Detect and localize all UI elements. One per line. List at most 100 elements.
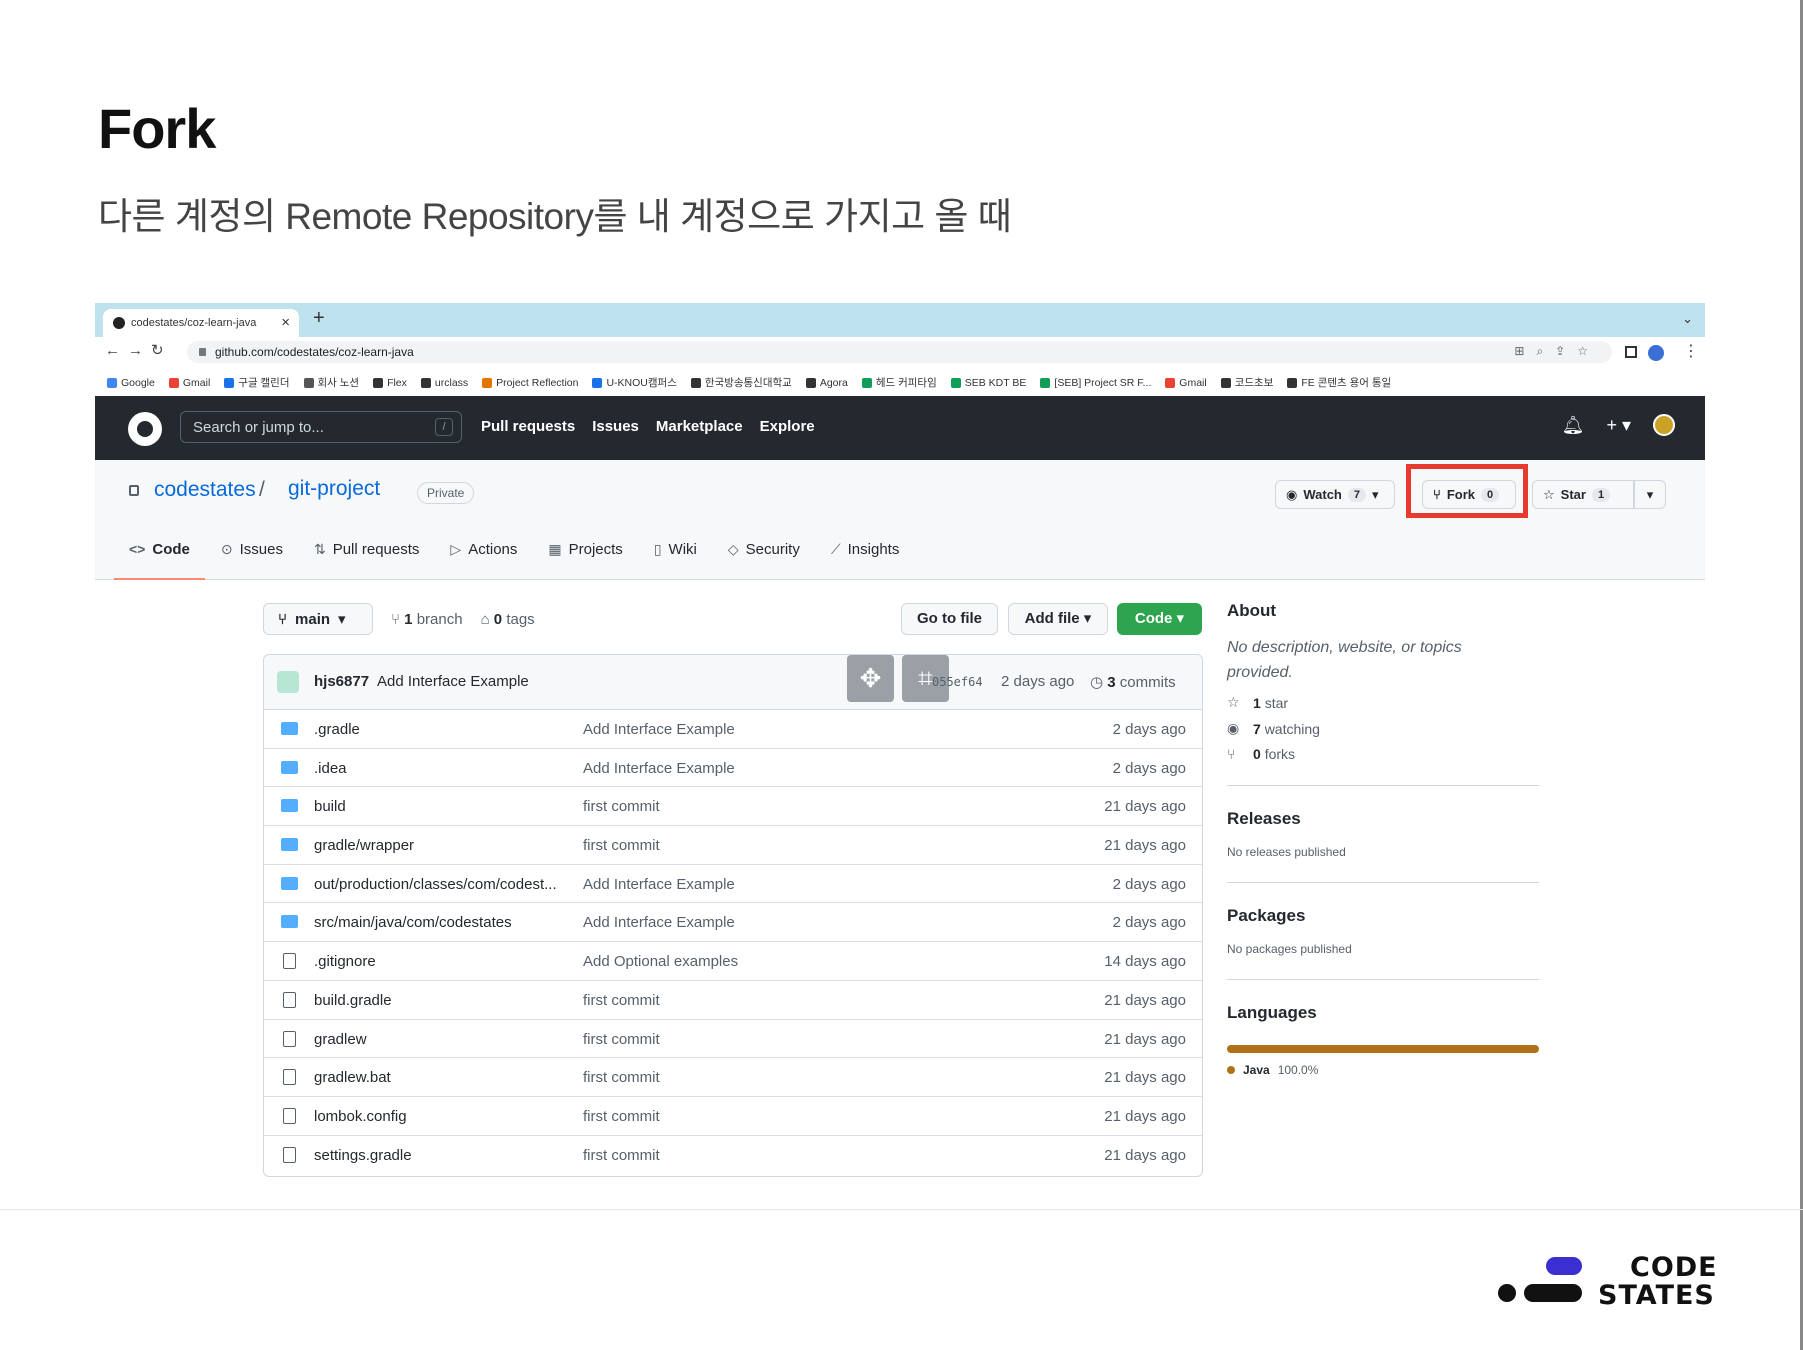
star-dropdown-button[interactable]: ▾ — [1634, 480, 1666, 509]
plus-dropdown-icon[interactable]: + ▾ — [1606, 415, 1631, 436]
close-tab-icon[interactable]: × — [281, 314, 290, 331]
search-input[interactable]: Search or jump to... / — [180, 411, 462, 443]
file-name[interactable]: build.gradle — [314, 992, 392, 1009]
bookmark-item[interactable]: 한국방송통신대학교 — [690, 372, 792, 393]
menu-kebab-icon[interactable]: ⋮ — [1683, 341, 1699, 361]
file-row[interactable]: gradle/wrapper first commit 21 days ago — [264, 826, 1202, 865]
address-bar[interactable]: github.com/codestates/coz-learn-java ⊞⌕⇪… — [187, 341, 1612, 363]
commit-message[interactable]: Add Interface Example — [377, 673, 529, 690]
branch-select-button[interactable]: ⑂ main ▾ — [263, 603, 373, 635]
tab-issues[interactable]: ⊙ Issues — [221, 532, 283, 566]
stars-stat[interactable]: ☆ 1 star — [1227, 694, 1539, 711]
file-name[interactable]: gradlew — [314, 1031, 367, 1048]
repo-name-link[interactable]: git-project — [288, 477, 380, 501]
tab-security[interactable]: ◇ Security — [728, 532, 800, 566]
side-panel-icon[interactable] — [1625, 346, 1637, 358]
file-row[interactable]: lombok.config first commit 21 days ago — [264, 1097, 1202, 1136]
add-file-button[interactable]: Add file ▾ — [1008, 603, 1108, 635]
bookmark-item[interactable]: Project Reflection — [482, 372, 578, 393]
file-row[interactable]: build first commit 21 days ago — [264, 787, 1202, 827]
file-row[interactable]: .gitignore Add Optional examples 14 days a… — [264, 942, 1202, 981]
file-commit-message[interactable]: first commit — [583, 1031, 660, 1048]
tab-wiki[interactable]: ▯ Wiki — [654, 532, 697, 566]
file-row[interactable]: .gradle Add Interface Example 2 days ago — [264, 710, 1202, 749]
file-row[interactable]: .idea Add Interface Example 2 days ago — [264, 749, 1202, 788]
nav-marketplace[interactable]: Marketplace — [656, 418, 743, 435]
forward-icon[interactable]: → — [128, 342, 151, 359]
file-row[interactable]: settings.gradle first commit 21 days ago — [264, 1136, 1202, 1175]
file-commit-message[interactable]: first commit — [583, 1069, 660, 1086]
bookmark-item[interactable]: 헤드 커피타임 — [861, 372, 937, 393]
file-name[interactable]: .gitignore — [314, 953, 376, 970]
bookmark-item[interactable]: U-KNOU캠퍼스 — [592, 372, 677, 393]
file-name[interactable]: build — [314, 798, 346, 815]
commit-sha[interactable]: 055ef64 — [932, 675, 983, 689]
file-commit-message[interactable]: Add Interface Example — [583, 914, 735, 931]
nav-explore[interactable]: Explore — [760, 418, 815, 435]
tags-link[interactable]: ⌂ 0 tags — [481, 611, 535, 628]
file-row[interactable]: src/main/java/com/codestates Add Interfac… — [264, 903, 1202, 943]
omnibox-action-icons[interactable]: ⊞⌕⇪☆ — [1514, 344, 1600, 359]
releases-heading[interactable]: Releases — [1227, 809, 1539, 829]
nav-issues[interactable]: Issues — [592, 418, 639, 435]
go-to-file-button[interactable]: Go to file — [901, 603, 998, 635]
bookmark-item[interactable]: urclass — [420, 372, 468, 393]
bookmark-item[interactable]: [SEB] Project SR F... — [1040, 372, 1151, 393]
bookmark-item[interactable]: Google — [107, 372, 155, 393]
file-name[interactable]: .idea — [314, 760, 347, 777]
profile-avatar[interactable] — [1648, 345, 1664, 361]
move-icon[interactable]: ✥ — [847, 655, 894, 702]
file-name[interactable]: src/main/java/com/codestates — [314, 914, 512, 931]
file-commit-message[interactable]: Add Optional examples — [583, 953, 738, 970]
packages-heading[interactable]: Packages — [1227, 906, 1539, 926]
user-avatar[interactable] — [1653, 414, 1675, 436]
file-commit-message[interactable]: Add Interface Example — [583, 760, 735, 777]
branches-link[interactable]: ⑂ 1 branch — [391, 611, 463, 628]
reload-icon[interactable]: ↻ — [151, 342, 172, 359]
forks-stat[interactable]: ⑂ 0 forks — [1227, 746, 1539, 762]
tab-projects[interactable]: ▦ Projects — [548, 532, 622, 566]
file-commit-message[interactable]: first commit — [583, 992, 660, 1009]
nav-pull-requests[interactable]: Pull requests — [481, 418, 575, 435]
file-row[interactable]: build.gradle first commit 21 days ago — [264, 981, 1202, 1020]
bell-icon[interactable]: 🔔︎ — [1562, 415, 1585, 436]
fork-button[interactable]: ⑂ Fork 0 — [1422, 480, 1516, 509]
bookmark-item[interactable]: 구글 캘린더 — [224, 372, 290, 393]
watching-stat[interactable]: ◉ 7 watching — [1227, 720, 1539, 737]
repo-owner-link[interactable]: codestates — [154, 478, 256, 502]
bookmark-item[interactable]: FE 콘텐츠 용어 통일 — [1287, 372, 1391, 393]
file-row[interactable]: gradlew.bat first commit 21 days ago — [264, 1058, 1202, 1097]
tab-pull-requests[interactable]: ⇅ Pull requests — [314, 532, 419, 566]
browser-tab[interactable]: codestates/coz-learn-java × — [103, 309, 299, 337]
file-name[interactable]: lombok.config — [314, 1108, 407, 1125]
bookmark-item[interactable]: Agora — [805, 372, 848, 393]
back-icon[interactable]: ← — [105, 342, 128, 359]
tab-code[interactable]: <> Code — [114, 532, 205, 580]
file-commit-message[interactable]: Add Interface Example — [583, 876, 735, 893]
file-name[interactable]: gradlew.bat — [314, 1069, 391, 1086]
bookmark-item[interactable]: Gmail — [1165, 372, 1207, 393]
file-commit-message[interactable]: first commit — [583, 1147, 660, 1164]
file-commit-message[interactable]: Add Interface Example — [583, 721, 735, 738]
code-button[interactable]: Code ▾ — [1117, 603, 1202, 635]
language-item[interactable]: Java 100.0% — [1227, 1063, 1539, 1077]
bookmark-item[interactable]: Flex — [373, 372, 407, 393]
bookmark-item[interactable]: Gmail — [168, 372, 210, 393]
commits-link[interactable]: ◷ 3 commits — [1090, 673, 1176, 691]
watch-button[interactable]: ◉ Watch 7 ▾ — [1275, 480, 1395, 509]
bookmark-item[interactable]: SEB KDT BE — [950, 372, 1026, 393]
new-tab-button[interactable]: + — [313, 307, 325, 330]
bookmark-item[interactable]: 코드초보 — [1220, 372, 1273, 393]
file-name[interactable]: settings.gradle — [314, 1147, 412, 1164]
bookmark-item[interactable]: 회사 노션 — [303, 372, 359, 393]
file-name[interactable]: .gradle — [314, 721, 360, 738]
file-row[interactable]: gradlew first commit 21 days ago — [264, 1020, 1202, 1059]
commit-author[interactable]: hjs6877 — [314, 673, 369, 690]
file-commit-message[interactable]: first commit — [583, 1108, 660, 1125]
github-logo-icon[interactable] — [128, 412, 162, 446]
tab-search-chevron-icon[interactable]: ⌄ — [1682, 311, 1693, 327]
file-commit-message[interactable]: first commit — [583, 798, 660, 815]
file-name[interactable]: gradle/wrapper — [314, 837, 414, 854]
file-commit-message[interactable]: first commit — [583, 837, 660, 854]
file-name[interactable]: out/production/classes/com/codest... — [314, 876, 557, 893]
